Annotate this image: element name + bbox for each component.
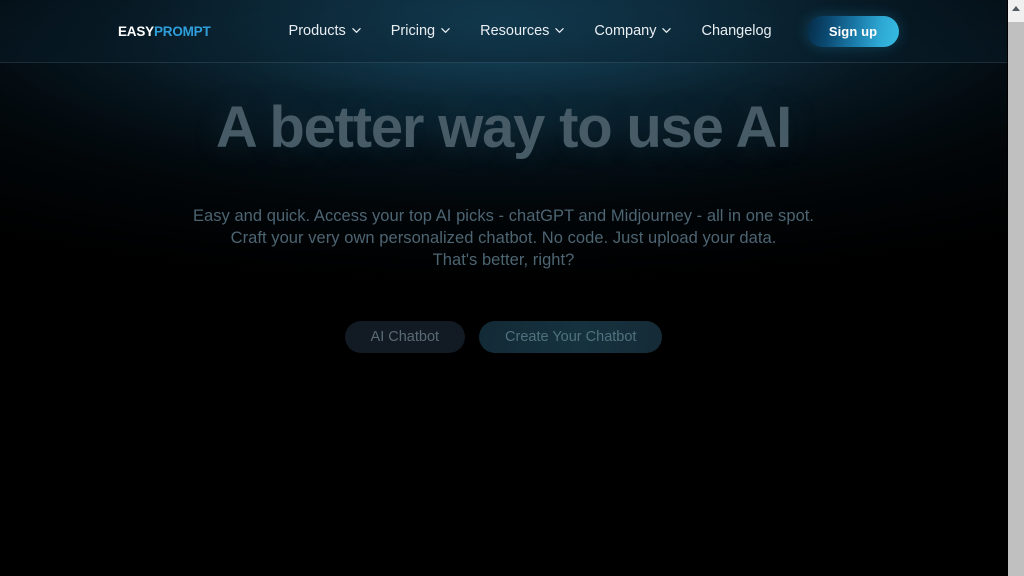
browser-window: EASYPROMPT Products Pricing Resources Co… [0,0,1024,576]
nav-item-label: Changelog [701,22,772,39]
create-your-chatbot-button[interactable]: Create Your Chatbot [479,321,663,354]
header-inner: EASYPROMPT Products Pricing Resources Co… [0,0,1007,62]
nav-item-label: Pricing [390,22,436,39]
scrollbar-up-button[interactable] [1008,0,1024,17]
nav-item-label: Resources [480,22,550,39]
chevron-down-icon [441,26,450,35]
chevron-down-icon [555,26,565,35]
nav-item-label: Company [594,22,657,39]
hero-subtitle-line-3: That's better, right? [432,251,575,270]
nav-item-resources[interactable]: Resources [480,22,565,39]
hero-title: A better way to use AI [215,95,792,160]
nav-item-pricing[interactable]: Pricing [391,24,450,39]
brand-logo-prompt: PROMPT [153,23,211,39]
brand-logo[interactable]: EASYPROMPT [118,24,211,39]
ai-chatbot-button[interactable]: AI Chatbot [344,321,466,354]
site-header: EASYPROMPT Products Pricing Resources Co… [0,0,1007,63]
hero-section: A better way to use AI Easy and quick. A… [0,63,1007,354]
nav-item-products[interactable]: Products [289,24,361,39]
scroll-up-arrow-icon [1012,6,1020,11]
page-viewport: EASYPROMPT Products Pricing Resources Co… [0,0,1007,576]
hero-subtitle-line-2: Craft your very own personalized chatbot… [230,229,777,248]
chevron-down-icon [352,26,361,35]
brand-logo-easy: EASY [118,23,154,39]
hero-subtitle: Easy and quick. Access your top AI picks… [0,205,1007,271]
hero-subtitle-line-1: Easy and quick. Access your top AI picks… [192,207,815,226]
hero-action-buttons: AI Chatbot Create Your Chatbot [0,321,1007,354]
scrollbar-thumb[interactable] [1008,22,1024,576]
chevron-down-icon [662,26,672,35]
nav-item-label: Products [288,22,346,39]
sign-up-button[interactable]: Sign up [807,15,899,47]
nav-item-changelog[interactable]: Changelog [701,24,771,39]
main-navigation: Products Pricing Resources Company Chang… [289,24,772,39]
nav-item-company[interactable]: Company [594,22,672,39]
vertical-scrollbar[interactable] [1007,0,1024,576]
